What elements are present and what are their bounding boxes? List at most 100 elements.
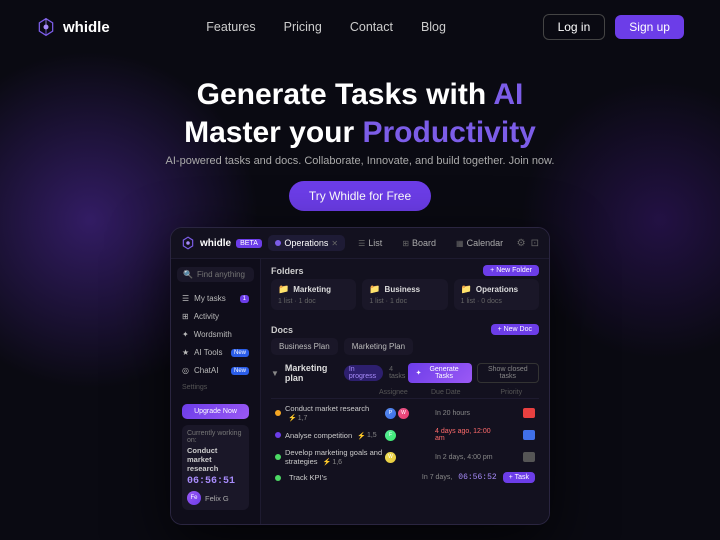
task-priority	[502, 452, 535, 462]
settings-icon[interactable]: ⚙	[517, 238, 526, 249]
task-assign: F	[385, 430, 435, 441]
new-folder-button[interactable]: + New Folder	[483, 265, 539, 276]
task-priority	[502, 408, 535, 418]
maximize-icon[interactable]: ⊡	[531, 238, 539, 249]
avatar-pb: P	[385, 408, 396, 419]
app-body: 🔍 ☰ My tasks 1 ⊞ Activit	[171, 259, 549, 524]
tab-calendar[interactable]: ▦ Calendar	[449, 235, 510, 251]
new-doc-button[interactable]: + New Doc	[491, 324, 539, 335]
working-on-label: Currently working on:	[187, 430, 244, 444]
task-section-header: ▼ Marketing plan In progress 4 tasks ✦ G…	[271, 363, 539, 383]
task-name: Analyse competition ⚡ 1,5	[285, 431, 385, 440]
task-table-header: Assignee Due Date Priority	[271, 387, 539, 399]
task-name: Conduct market research ⚡ 1,7	[285, 404, 385, 422]
user-name: Felix G	[205, 494, 229, 503]
working-on-card: Currently working on: Conduct market res…	[182, 425, 249, 510]
nav-links: Features Pricing Contact Blog	[206, 18, 446, 36]
nav-contact[interactable]: Contact	[350, 20, 393, 34]
doc-business-plan[interactable]: Business Plan	[271, 338, 338, 355]
doc-marketing-plan[interactable]: Marketing Plan	[344, 338, 413, 355]
folder-card-marketing[interactable]: 📁 Marketing 1 list · 1 doc	[271, 279, 356, 310]
show-closed-button[interactable]: Show closed tasks	[477, 363, 539, 383]
app-topbar: whidle BETA Operations ✕ ☰ List ⊞ Board …	[171, 228, 549, 259]
task-assign: W	[385, 452, 435, 463]
docs-row: Business Plan Marketing Plan	[261, 338, 549, 363]
login-button[interactable]: Log in	[543, 14, 606, 40]
sidebar-footer: Upgrade Now Currently working on: Conduc…	[177, 394, 254, 516]
task-timer: 06:56:52	[458, 473, 496, 482]
sparkle-icon: ✦	[416, 369, 422, 377]
aitools-new-badge: New	[231, 349, 249, 357]
tab-close-icon[interactable]: ✕	[331, 239, 338, 248]
task-name: Develop marketing goals and strategies ⚡…	[285, 448, 385, 466]
app-logo: whidle BETA	[181, 236, 262, 250]
task-name: Track KPI's	[289, 473, 422, 482]
tab-board[interactable]: ⊞ Board	[395, 235, 443, 251]
table-row[interactable]: Develop marketing goals and strategies ⚡…	[271, 445, 539, 469]
folders-title: Folders	[271, 266, 304, 276]
folders-row: 📁 Marketing 1 list · 1 doc 📁 Business 1 …	[261, 279, 549, 318]
sidebar-item-aitools[interactable]: ★ AI Tools New	[177, 344, 254, 361]
avatar-wb: W	[398, 408, 409, 419]
mytasks-icon: ☰	[182, 294, 189, 303]
task-color-dot	[275, 432, 281, 438]
nav-features[interactable]: Features	[206, 20, 255, 34]
hero-title: Generate Tasks with AI Master your Produ…	[20, 76, 700, 151]
table-row[interactable]: Track KPI's In 7 days, 06:56:52 + Task	[271, 469, 539, 486]
tab-list[interactable]: ☰ List	[351, 235, 389, 251]
sidebar-item-mytasks[interactable]: ☰ My tasks 1	[177, 290, 254, 307]
expand-icon[interactable]: ▼	[271, 369, 279, 378]
folders-section-header: Folders + New Folder	[261, 259, 549, 279]
chatai-new-badge: New	[231, 367, 249, 375]
generate-tasks-button[interactable]: ✦ Generate Tasks	[408, 363, 472, 383]
app-logo-icon	[181, 236, 195, 250]
avatar-fb: F	[385, 430, 396, 441]
avatar: Fe	[187, 491, 201, 505]
task-due-last: In 7 days,	[422, 474, 452, 481]
hero-title-line1: Generate Tasks with AI	[197, 78, 524, 111]
sidebar-timer: 06:56:51	[187, 476, 244, 487]
sidebar-item-wordsmith[interactable]: ✦ Wordsmith	[177, 326, 254, 343]
folder-card-operations[interactable]: 📁 Operations 1 list · 0 docs	[454, 279, 539, 310]
tab-operations[interactable]: Operations ✕	[268, 235, 345, 251]
main-content: Folders + New Folder 📁 Marketing 1 list …	[261, 259, 549, 524]
hero-title-line2: Master your Productivity	[184, 116, 536, 149]
sidebar-item-chatai[interactable]: ◎ ChatAI New	[177, 362, 254, 379]
app-topbar-icons: ⚙ ⊡	[517, 238, 539, 249]
wordsmith-icon: ✦	[182, 330, 189, 339]
app-logo-badge: BETA	[236, 239, 262, 248]
app-logo-text: whidle	[200, 238, 231, 249]
task-color-dot	[275, 475, 281, 481]
folder-icon-operations: 📁	[461, 284, 472, 295]
sidebar-search[interactable]: 🔍	[177, 267, 254, 282]
priority-icon-red	[523, 408, 535, 418]
search-input[interactable]	[197, 270, 248, 279]
task-due: In 2 days, 4:00 pm	[435, 454, 502, 461]
task-section-name: Marketing plan	[285, 363, 338, 383]
task-badge: ⚡ 1,6	[323, 458, 342, 466]
navbar: whidle Features Pricing Contact Blog Log…	[0, 0, 720, 54]
folder-icon-marketing: 📁	[278, 284, 289, 295]
signup-button[interactable]: Sign up	[615, 15, 684, 39]
nav-pricing[interactable]: Pricing	[284, 20, 322, 34]
cta-button[interactable]: Try Whidle for Free	[289, 181, 431, 211]
upgrade-button[interactable]: Upgrade Now	[182, 404, 249, 419]
task-section: ▼ Marketing plan In progress 4 tasks ✦ G…	[261, 363, 549, 486]
sidebar-item-activity[interactable]: ⊞ Activity	[177, 308, 254, 325]
logo: whidle	[36, 17, 110, 37]
folder-card-business[interactable]: 📁 Business 1 list · 1 doc	[362, 279, 447, 310]
table-row[interactable]: Conduct market research ⚡ 1,7 P W In 20 …	[271, 401, 539, 425]
table-row[interactable]: Analyse competition ⚡ 1,5 F 4 days ago, …	[271, 425, 539, 445]
task-color-dot	[275, 454, 281, 460]
list-icon: ☰	[358, 239, 365, 248]
docs-title: Docs	[271, 325, 293, 335]
activity-icon: ⊞	[182, 312, 189, 321]
logo-icon	[36, 17, 56, 37]
th-assign: Assignee	[379, 389, 431, 396]
task-due: In 20 hours	[435, 410, 502, 417]
add-task-button[interactable]: + Task	[503, 472, 535, 483]
nav-blog[interactable]: Blog	[421, 20, 446, 34]
th-due: Due Date	[431, 389, 500, 396]
settings-label: Settings	[177, 380, 254, 393]
app-window: whidle BETA Operations ✕ ☰ List ⊞ Board …	[170, 227, 550, 525]
